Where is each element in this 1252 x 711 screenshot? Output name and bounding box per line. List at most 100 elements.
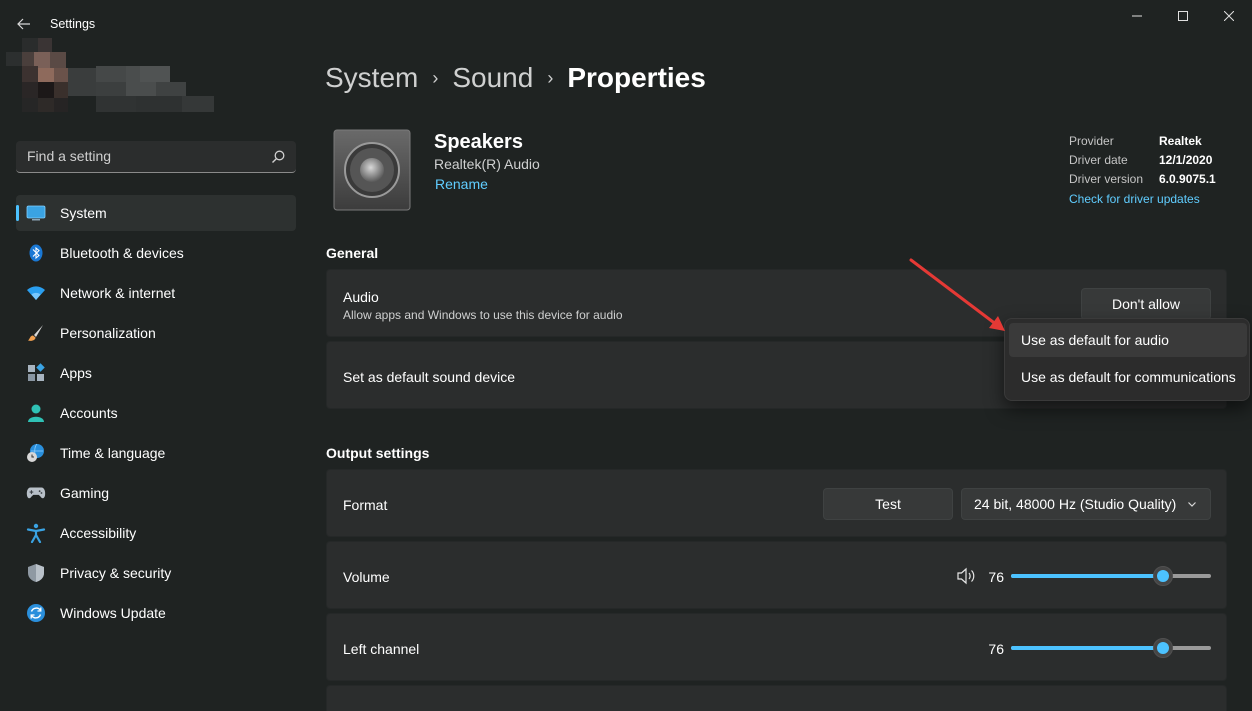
format-selected-value: 24 bit, 48000 Hz (Studio Quality) bbox=[974, 496, 1177, 512]
update-icon bbox=[26, 603, 46, 623]
apps-icon bbox=[26, 363, 46, 383]
left-channel-slider[interactable] bbox=[1011, 638, 1211, 658]
sidebar-item-label: Network & internet bbox=[60, 285, 176, 301]
format-label: Format bbox=[343, 497, 388, 513]
sidebar-item-privacy[interactable]: Privacy & security bbox=[16, 555, 296, 591]
driver-version-label: Driver version bbox=[1069, 172, 1144, 186]
device-subtitle: Realtek(R) Audio bbox=[434, 156, 540, 172]
driver-provider-value: Realtek bbox=[1159, 134, 1202, 148]
format-card: Format Test 24 bit, 48000 Hz (Studio Qua… bbox=[326, 469, 1227, 537]
sidebar-item-label: Accounts bbox=[60, 405, 118, 421]
page-title: Properties bbox=[567, 62, 706, 93]
sidebar-item-system[interactable]: System bbox=[16, 195, 296, 231]
settings-window: Settings Find a setting System Bluetooth… bbox=[0, 0, 1252, 711]
shield-icon bbox=[26, 563, 46, 583]
speaker-icon bbox=[333, 128, 411, 212]
breadcrumb-system[interactable]: System bbox=[325, 62, 418, 94]
volume-value: 76 bbox=[988, 569, 1004, 585]
minimize-icon bbox=[1132, 15, 1142, 17]
search-icon[interactable] bbox=[270, 149, 286, 165]
speaker-volume-icon[interactable] bbox=[956, 567, 978, 585]
gamepad-icon bbox=[26, 483, 46, 503]
minimize-button[interactable] bbox=[1114, 0, 1160, 32]
output-section-title: Output settings bbox=[326, 445, 430, 461]
annotation-arrow-icon bbox=[909, 258, 1005, 331]
brush-icon bbox=[26, 323, 46, 343]
default-device-menu: Use as default for audio Use as default … bbox=[1004, 318, 1250, 401]
app-title: Settings bbox=[50, 17, 96, 31]
audio-label: Audio bbox=[343, 289, 379, 305]
close-button[interactable] bbox=[1206, 0, 1252, 32]
breadcrumb: System › Sound › Properties bbox=[325, 58, 706, 98]
sidebar-item-accounts[interactable]: Accounts bbox=[16, 395, 296, 431]
sidebar-item-personalization[interactable]: Personalization bbox=[16, 315, 296, 351]
sidebar-item-windows-update[interactable]: Windows Update bbox=[16, 595, 296, 631]
driver-info: Provider Realtek Driver date 12/1/2020 D… bbox=[1069, 134, 1239, 206]
close-icon bbox=[1224, 11, 1234, 21]
breadcrumb-separator: › bbox=[547, 67, 554, 88]
sidebar-item-label: Time & language bbox=[60, 445, 166, 461]
driver-version-value: 6.0.9075.1 bbox=[1159, 172, 1216, 186]
sidebar-item-gaming[interactable]: Gaming bbox=[16, 475, 296, 511]
driver-version-row: Driver version 6.0.9075.1 bbox=[1069, 172, 1239, 191]
left-channel-slider-fill bbox=[1011, 646, 1163, 650]
rename-link[interactable]: Rename bbox=[435, 176, 488, 192]
device-name: Speakers bbox=[434, 131, 523, 153]
pixelated-avatar-icon bbox=[6, 38, 214, 112]
left-channel-card: Left channel 76 bbox=[326, 613, 1227, 681]
sidebar-item-network[interactable]: Network & internet bbox=[16, 275, 296, 311]
back-arrow-icon bbox=[17, 18, 30, 30]
volume-label: Volume bbox=[343, 569, 390, 585]
sidebar-item-label: Accessibility bbox=[60, 525, 137, 541]
sidebar-item-label: Windows Update bbox=[60, 605, 166, 621]
chevron-down-icon bbox=[1188, 502, 1196, 507]
driver-date-value: 12/1/2020 bbox=[1159, 153, 1213, 167]
maximize-button[interactable] bbox=[1160, 0, 1206, 32]
check-driver-updates-link[interactable]: Check for driver updates bbox=[1069, 192, 1239, 206]
driver-provider-label: Provider bbox=[1069, 134, 1114, 148]
globe-clock-icon bbox=[26, 443, 46, 463]
person-icon bbox=[26, 403, 46, 423]
test-button[interactable]: Test bbox=[823, 488, 953, 520]
menu-item-default-communications[interactable]: Use as default for communications bbox=[1009, 360, 1247, 394]
sidebar-item-label: Bluetooth & devices bbox=[60, 245, 184, 261]
account-avatar[interactable] bbox=[6, 38, 216, 128]
left-channel-value: 76 bbox=[988, 641, 1004, 657]
sidebar-item-label: Personalization bbox=[60, 325, 156, 341]
sidebar-nav: System Bluetooth & devices Network & int… bbox=[16, 195, 296, 635]
breadcrumb-sound[interactable]: Sound bbox=[452, 62, 533, 94]
sidebar-item-apps[interactable]: Apps bbox=[16, 355, 296, 391]
sidebar-item-label: Apps bbox=[60, 365, 92, 381]
default-device-label: Set as default sound device bbox=[343, 369, 516, 385]
sidebar-item-bluetooth[interactable]: Bluetooth & devices bbox=[16, 235, 296, 271]
back-button[interactable] bbox=[10, 10, 38, 38]
maximize-icon bbox=[1178, 11, 1188, 21]
driver-provider-row: Provider Realtek bbox=[1069, 134, 1239, 153]
dont-allow-button[interactable]: Don't allow bbox=[1081, 288, 1211, 320]
wifi-icon bbox=[26, 283, 46, 303]
sidebar-item-label: System bbox=[60, 205, 107, 221]
monitor-icon bbox=[26, 203, 46, 223]
driver-date-label: Driver date bbox=[1069, 153, 1128, 167]
left-channel-label: Left channel bbox=[343, 641, 420, 657]
audio-description: Allow apps and Windows to use this devic… bbox=[343, 308, 623, 322]
sidebar-item-accessibility[interactable]: Accessibility bbox=[16, 515, 296, 551]
sidebar-item-time-language[interactable]: Time & language bbox=[16, 435, 296, 471]
breadcrumb-separator: › bbox=[432, 67, 439, 88]
left-channel-slider-thumb[interactable] bbox=[1153, 638, 1173, 658]
sidebar-item-label: Privacy & security bbox=[60, 565, 172, 581]
volume-slider-fill bbox=[1011, 574, 1163, 578]
search-input[interactable] bbox=[16, 141, 256, 171]
volume-slider[interactable] bbox=[1011, 566, 1211, 586]
accessibility-icon bbox=[26, 523, 46, 543]
volume-slider-thumb[interactable] bbox=[1153, 566, 1173, 586]
right-channel-card bbox=[326, 685, 1227, 711]
sidebar-item-label: Gaming bbox=[60, 485, 110, 501]
general-section-title: General bbox=[326, 245, 379, 261]
search-box[interactable] bbox=[16, 141, 296, 173]
driver-date-row: Driver date 12/1/2020 bbox=[1069, 153, 1239, 172]
menu-item-default-audio[interactable]: Use as default for audio bbox=[1009, 323, 1247, 357]
format-select[interactable]: 24 bit, 48000 Hz (Studio Quality) bbox=[961, 488, 1211, 520]
volume-card: Volume 76 bbox=[326, 541, 1227, 609]
bluetooth-icon bbox=[26, 243, 46, 263]
